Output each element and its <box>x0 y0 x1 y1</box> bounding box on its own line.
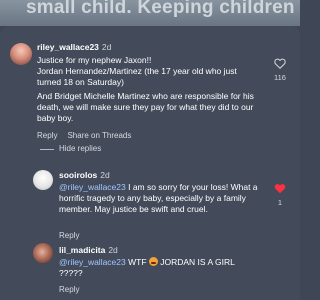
comment-actions: Reply <box>59 231 89 240</box>
username-text: sooirolos <box>59 170 98 180</box>
user-mention[interactable]: @riley_wallace23 <box>59 257 126 267</box>
like-count: 1 <box>277 198 283 207</box>
comment-age: 2d <box>101 42 112 52</box>
comment-actions: Reply <box>59 285 89 294</box>
comment-line: And Bridget Michelle Martinez who are re… <box>37 91 254 123</box>
avatar[interactable] <box>33 170 53 190</box>
like-count: 116 <box>274 73 286 82</box>
comment-body: @riley_wallace23 I am so sorry for your … <box>59 182 259 214</box>
comment-line: Jordan Hernandez/Martinez (the 17 year o… <box>37 65 237 87</box>
caption-text: small child. Keeping children safe <box>26 0 300 18</box>
user-mention[interactable]: @riley_wallace23 <box>59 182 126 192</box>
avatar[interactable] <box>10 43 32 65</box>
reply-button[interactable]: Reply <box>59 285 79 294</box>
avatar[interactable] <box>33 243 53 263</box>
liked-heart-icon[interactable] <box>274 183 286 194</box>
comment-text: WTF <box>125 257 149 267</box>
comment-age: 2d <box>108 245 118 255</box>
reply-button[interactable]: Reply <box>59 231 79 240</box>
comment-username[interactable]: lil_madicita 2d <box>59 245 118 255</box>
hide-replies-line <box>40 149 54 150</box>
caption-banner: small child. Keeping children safe <box>0 0 300 26</box>
like-heart-icon[interactable] <box>274 58 286 69</box>
comment-body: Justice for my nephew Jaxon!! Jordan Her… <box>37 55 259 124</box>
share-on-threads-button[interactable]: Share on Threads <box>67 131 131 140</box>
reply-button[interactable]: Reply <box>37 131 57 140</box>
comment-username[interactable]: riley_wallace23 2d <box>37 42 111 52</box>
comment-age: 2d <box>100 170 110 180</box>
comment-body: @riley_wallace23 WTF JORDAN IS A GIRL ??… <box>59 257 259 279</box>
comment-actions: Reply Share on Threads <box>37 131 141 140</box>
angry-face-emoji-icon <box>148 257 158 266</box>
hide-replies-button[interactable]: Hide replies <box>59 144 101 153</box>
username-text: lil_madicita <box>59 245 106 255</box>
username-text: riley_wallace23 <box>37 42 99 52</box>
comment-line: Justice for my nephew Jaxon!! <box>37 55 152 65</box>
comment-username[interactable]: sooirolos 2d <box>59 170 110 180</box>
